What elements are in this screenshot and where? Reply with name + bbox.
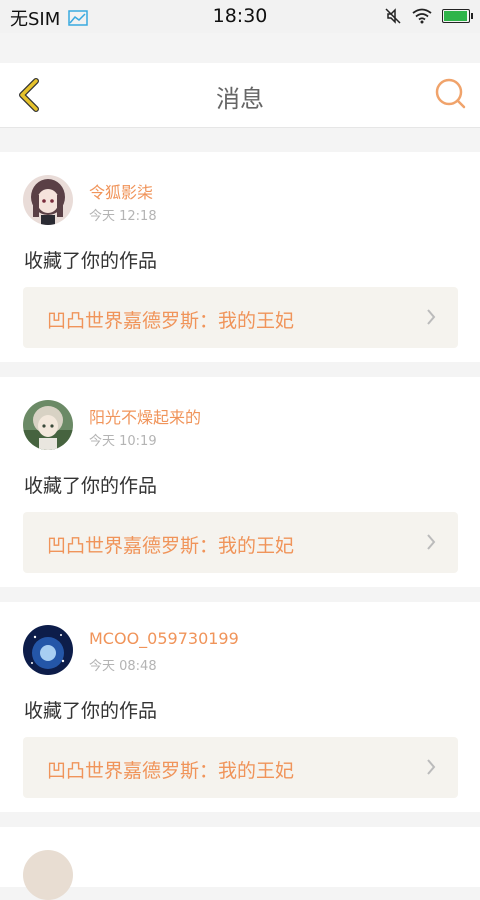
avatar[interactable] — [23, 400, 73, 450]
message-list: 令狐影柒 今天 12:18 收藏了你的作品 凹凸世界嘉德罗斯：我的王妃 阳光不燥… — [0, 152, 480, 900]
timestamp: 今天 08:48 — [89, 659, 157, 674]
battery-icon — [442, 9, 473, 23]
username[interactable]: 阳光不燥起来的 — [89, 404, 201, 428]
battery-level — [444, 11, 467, 21]
wifi-icon — [412, 8, 432, 24]
chevron-right-icon — [427, 309, 436, 325]
work-title: 凹凸世界嘉德罗斯：我的王妃 — [47, 760, 295, 782]
message-card: MCOO_059730199 今天 08:48 收藏了你的作品 凹凸世界嘉德罗斯… — [0, 602, 480, 812]
anime-boy-avatar-icon — [23, 400, 73, 450]
username[interactable]: 令狐影柒 — [89, 179, 153, 203]
work-title: 凹凸世界嘉德罗斯：我的王妃 — [47, 535, 295, 557]
work-link[interactable]: 凹凸世界嘉德罗斯：我的王妃 — [23, 512, 458, 573]
anime-girl-avatar-icon — [23, 175, 73, 225]
chevron-right-icon — [427, 534, 436, 550]
message-card — [0, 827, 480, 900]
action-text: 收藏了你的作品 — [24, 250, 158, 272]
timestamp: 今天 12:18 — [89, 209, 157, 224]
avatar-icon — [23, 850, 73, 900]
silent-mode-icon — [385, 8, 401, 24]
work-link[interactable]: 凹凸世界嘉德罗斯：我的王妃 — [23, 287, 458, 348]
chevron-right-icon — [427, 759, 436, 775]
avatar[interactable] — [23, 850, 73, 900]
username[interactable]: MCOO_059730199 — [89, 629, 239, 648]
timestamp: 今天 10:19 — [89, 434, 157, 449]
action-text: 收藏了你的作品 — [24, 475, 158, 497]
avatar[interactable] — [23, 625, 73, 675]
search-icon[interactable] — [434, 77, 468, 111]
avatar[interactable] — [23, 175, 73, 225]
nav-header: 消息 — [0, 63, 480, 128]
status-bar: 无SIM 18:30 — [0, 0, 480, 33]
action-text: 收藏了你的作品 — [24, 700, 158, 722]
work-title: 凹凸世界嘉德罗斯：我的王妃 — [47, 310, 295, 332]
work-link[interactable]: 凹凸世界嘉德罗斯：我的王妃 — [23, 737, 458, 798]
page-title: 消息 — [216, 85, 264, 113]
blue-galaxy-avatar-icon — [23, 625, 73, 675]
message-card: 阳光不燥起来的 今天 10:19 收藏了你的作品 凹凸世界嘉德罗斯：我的王妃 — [0, 377, 480, 587]
message-card: 令狐影柒 今天 12:18 收藏了你的作品 凹凸世界嘉德罗斯：我的王妃 — [0, 152, 480, 362]
